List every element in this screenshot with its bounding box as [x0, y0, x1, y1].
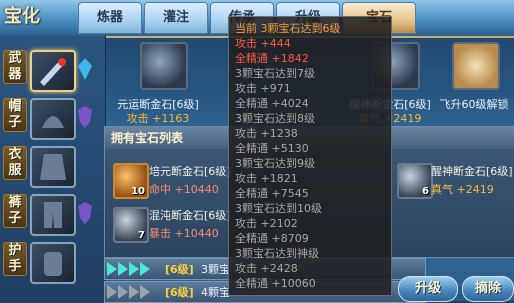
tooltip-line: 3颗宝石达到7级	[235, 67, 315, 80]
tooltip-line: 全精通 +4024	[235, 97, 309, 110]
equipped-gem-card-1[interactable]: 元运断金石[6级] 攻击 +1163	[108, 40, 208, 125]
tooltip-line: 3颗宝石达到8级	[235, 112, 315, 125]
gem-slot-icon	[78, 58, 92, 80]
armor-icon	[40, 154, 66, 180]
slot-weapon[interactable]	[30, 50, 76, 92]
shield-icon	[78, 106, 92, 128]
gem-item-icon[interactable]: 7	[113, 207, 149, 243]
row-level: [6级]	[165, 286, 194, 299]
gem-item-icon[interactable]: 10	[113, 163, 149, 199]
tooltip-line: 攻击 +2428	[235, 262, 298, 275]
tooltip-line: 攻击 +2102	[235, 217, 298, 230]
tooltip-line: 3颗宝石达到神级	[235, 247, 319, 260]
slot-pants[interactable]	[30, 194, 76, 236]
tooltip-line: 3颗宝石达到10级	[235, 202, 322, 215]
tooltip-line: 全精通 +5130	[235, 142, 309, 155]
progress-arrows	[107, 285, 151, 302]
tab-refine[interactable]: 炼器	[78, 2, 142, 34]
hat-icon	[42, 116, 64, 128]
gem-set-tooltip: 当前 3颗宝石达到6级 攻击 +444 全精通 +1842 3颗宝石达到7级 攻击 +9…	[228, 16, 392, 296]
slot-clothes[interactable]	[30, 146, 76, 188]
weapon-icon	[40, 58, 66, 86]
progress-arrows	[107, 262, 151, 279]
tooltip-line: 全精通 +1842	[235, 52, 309, 65]
gem-item-name: 醒神断金石[6级]	[431, 165, 513, 178]
card-gem-stat: 攻击 +1163	[126, 112, 190, 125]
game-logo: 宝化	[4, 6, 40, 27]
row-text: 3颗宝	[201, 263, 230, 276]
lock-icon	[452, 42, 500, 90]
tooltip-line: 全精通 +10060	[235, 277, 316, 290]
upgrade-button[interactable]: 升级	[398, 276, 458, 302]
tooltip-line: 攻击 +971	[235, 82, 291, 95]
gem-item-stat: 命中 +10440	[149, 183, 219, 196]
tab-infuse[interactable]: 灌注	[144, 2, 208, 34]
slot-label-hat: 帽子	[3, 98, 27, 132]
slot-label-gloves: 护手	[3, 242, 27, 276]
gem-item-stat: 暴击 +10440	[149, 227, 219, 240]
glove-icon	[44, 252, 62, 276]
tooltip-line: 攻击 +444	[235, 37, 291, 50]
equipment-slot-column: 武器 帽子 衣服 裤子 护手	[0, 36, 106, 301]
slot-gloves[interactable]	[30, 242, 76, 284]
tooltip-line: 3颗宝石达到9级	[235, 157, 315, 170]
tooltip-line: 攻击 +1238	[235, 127, 298, 140]
shield-icon	[78, 202, 92, 224]
slot-label-pants: 裤子	[3, 194, 27, 228]
slot-label-weapon: 武器	[3, 50, 27, 84]
gem-item-icon[interactable]: 6	[397, 163, 433, 199]
gem-icon	[140, 42, 188, 90]
slot-label-clothes: 衣服	[3, 146, 27, 180]
tooltip-line: 攻击 +1821	[235, 172, 298, 185]
tooltip-line: 当前 3颗宝石达到6级	[235, 22, 341, 35]
locked-slot-card: 飞升60级解锁	[434, 40, 514, 118]
pants-icon	[44, 202, 62, 228]
unlock-hint: 飞升60级解锁	[439, 98, 509, 111]
tooltip-line: 全精通 +7545	[235, 187, 309, 200]
gem-item-stat: 真气 +2419	[431, 183, 494, 196]
row-level: [6级]	[165, 263, 194, 276]
slot-hat[interactable]	[30, 98, 76, 140]
tooltip-line: 全精通 +8709	[235, 232, 309, 245]
row-text: 4颗宝	[201, 286, 230, 299]
gem-item-name: 混沌断金石[6级]	[149, 209, 231, 222]
remove-button[interactable]: 摘除	[462, 276, 514, 302]
gem-item-name: 培元断金石[6级]	[149, 165, 231, 178]
